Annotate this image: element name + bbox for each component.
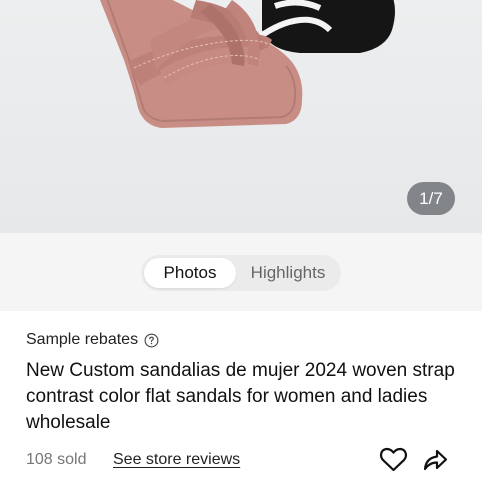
tab-photos[interactable]: Photos [144, 258, 236, 288]
media-tab-bar: Photos Highlights [0, 233, 482, 311]
product-title: New Custom sandalias de mujer 2024 woven… [26, 360, 455, 433]
tab-highlights[interactable]: Highlights [238, 258, 338, 288]
share-arrow-icon[interactable] [422, 446, 449, 473]
sold-count: 108 sold [26, 451, 87, 468]
product-info-section: Sample rebates New Custom sandalias de m… [0, 311, 482, 482]
segmented-control: Photos Highlights [141, 255, 341, 291]
product-image[interactable]: 1/7 [0, 0, 482, 233]
heart-outline-icon[interactable] [379, 446, 408, 473]
question-circle-icon[interactable] [144, 333, 159, 348]
image-counter-badge: 1/7 [407, 182, 455, 215]
sample-rebates-row[interactable]: Sample rebates [26, 331, 159, 349]
store-reviews-link[interactable]: See store reviews [113, 451, 240, 469]
sample-rebates-label: Sample rebates [26, 331, 139, 348]
